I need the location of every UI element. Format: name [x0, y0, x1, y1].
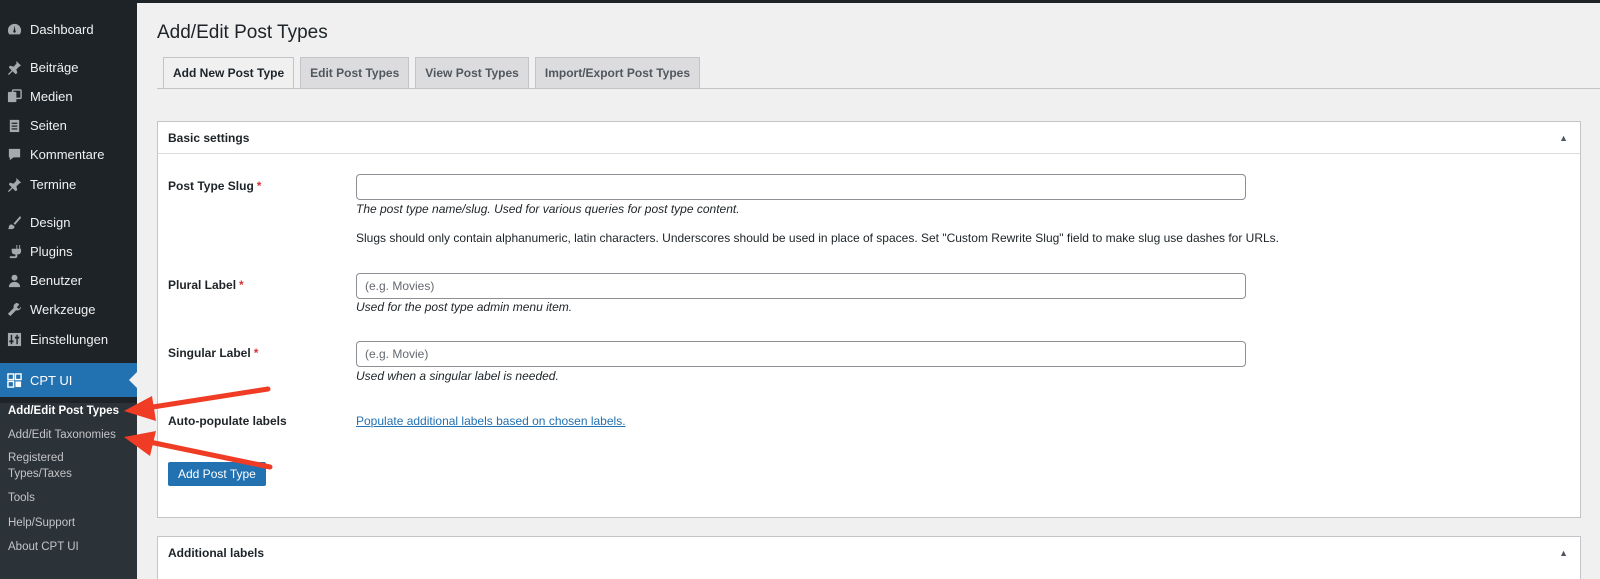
- required-marker: *: [256, 179, 262, 193]
- submenu-item-help-support[interactable]: Help/Support: [8, 515, 75, 531]
- main-content: Add/Edit Post Types Add New Post Type Ed…: [137, 0, 1600, 579]
- sidebar-item-label: Dashboard: [30, 21, 94, 37]
- tab-add-new-post-type[interactable]: Add New Post Type: [163, 57, 295, 89]
- submenu-item-registered-types[interactable]: Registered Types/Taxes: [8, 450, 98, 482]
- singular-help-text: Used when a singular label is needed.: [356, 369, 559, 383]
- sidebar-item-label: Seiten: [30, 117, 67, 133]
- populate-labels-link[interactable]: Populate additional labels based on chos…: [356, 414, 626, 428]
- label-text: Plural Label: [168, 278, 237, 292]
- sidebar-item-beitraege[interactable]: Beiträge: [0, 53, 137, 81]
- sidebar-item-werkzeuge[interactable]: Werkzeuge: [0, 295, 137, 323]
- add-post-type-button[interactable]: Add Post Type: [168, 462, 266, 486]
- label-text: Singular Label: [168, 346, 251, 360]
- basic-settings-panel: Basic settings ▲ Post Type Slug * The pos…: [157, 121, 1581, 518]
- collapse-toggle-icon[interactable]: ▲: [1559, 133, 1568, 143]
- slug-help-text: The post type name/slug. Used for variou…: [356, 202, 740, 216]
- page-title: Add/Edit Post Types: [157, 22, 328, 43]
- sidebar-item-plugins[interactable]: Plugins: [0, 237, 137, 265]
- settings-icon: [6, 331, 22, 347]
- sidebar-item-label: Benutzer: [30, 272, 83, 288]
- sidebar-item-benutzer[interactable]: Benutzer: [0, 266, 137, 294]
- sidebar-item-cpt-ui[interactable]: CPT UI: [0, 363, 137, 397]
- dashboard-icon: [6, 21, 22, 37]
- sidebar-item-label: CPT UI: [30, 372, 73, 388]
- tab-import-export-post-types[interactable]: Import/Export Post Types: [534, 57, 700, 88]
- collapse-toggle-icon[interactable]: ▲: [1559, 548, 1568, 558]
- pin-icon: [6, 176, 22, 192]
- submenu-item-add-edit-post-types[interactable]: Add/Edit Post Types: [8, 403, 119, 419]
- sidebar-item-label: Termine: [30, 176, 77, 192]
- tab-edit-post-types[interactable]: Edit Post Types: [300, 57, 410, 88]
- singular-label-input[interactable]: [356, 341, 1246, 367]
- sidebar-item-label: Medien: [30, 88, 73, 104]
- wrench-icon: [6, 301, 22, 317]
- additional-labels-panel: Additional labels ▲: [157, 536, 1581, 579]
- admin-sidebar: Dashboard Beiträge Medien Seiten Komment…: [0, 0, 137, 579]
- plugin-icon: [6, 243, 22, 259]
- cpt-ui-submenu: Add/Edit Post Types Add/Edit Taxonomies …: [0, 403, 137, 579]
- panel-title: Additional labels: [168, 546, 265, 560]
- sidebar-item-kommentare[interactable]: Kommentare: [0, 140, 137, 168]
- basic-settings-header[interactable]: Basic settings ▲: [158, 122, 1580, 154]
- required-marker: *: [253, 346, 259, 360]
- sidebar-item-label: Plugins: [30, 243, 73, 259]
- label-text: Post Type Slug: [168, 179, 254, 193]
- sidebar-item-label: Werkzeuge: [30, 301, 96, 317]
- plural-help-text: Used for the post type admin menu item.: [356, 300, 573, 314]
- sidebar-item-label: Beiträge: [30, 59, 79, 75]
- sidebar-item-medien[interactable]: Medien: [0, 82, 137, 110]
- media-icon: [6, 88, 22, 104]
- sidebar-item-termine[interactable]: Termine: [0, 170, 137, 198]
- additional-labels-header[interactable]: Additional labels ▲: [158, 537, 1580, 569]
- sidebar-item-label: Kommentare: [30, 146, 105, 162]
- post-type-slug-input[interactable]: [356, 174, 1246, 200]
- grid-icon: [6, 372, 22, 388]
- submenu-item-about-cpt-ui[interactable]: About CPT UI: [8, 539, 79, 555]
- tab-view-post-types[interactable]: View Post Types: [415, 57, 529, 88]
- pages-icon: [6, 117, 22, 133]
- submenu-item-add-edit-taxonomies[interactable]: Add/Edit Taxonomies: [8, 427, 116, 443]
- required-marker: *: [239, 278, 244, 292]
- brush-icon: [6, 214, 22, 230]
- submenu-item-tools[interactable]: Tools: [8, 490, 35, 506]
- sidebar-item-dashboard[interactable]: Dashboard: [0, 15, 137, 43]
- comment-icon: [6, 146, 22, 162]
- tab-bar: Add New Post Type Edit Post Types View P…: [163, 57, 706, 89]
- auto-populate-label: Auto-populate labels: [168, 414, 287, 428]
- sidebar-item-design[interactable]: Design: [0, 208, 137, 236]
- sidebar-item-einstellungen[interactable]: Einstellungen: [0, 325, 137, 353]
- active-indicator: [129, 372, 137, 388]
- panel-title: Basic settings: [168, 130, 250, 145]
- sidebar-item-seiten[interactable]: Seiten: [0, 111, 137, 139]
- slug-note-text: Slugs should only contain alphanumeric, …: [356, 231, 1279, 245]
- tab-divider: [157, 88, 1600, 89]
- plural-label-input[interactable]: [356, 273, 1246, 299]
- user-icon: [6, 272, 22, 288]
- sidebar-item-label: Einstellungen: [30, 331, 109, 347]
- post-type-slug-label: Post Type Slug *: [168, 179, 261, 193]
- plural-label-label: Plural Label *: [168, 278, 244, 292]
- singular-label-label: Singular Label *: [168, 346, 258, 360]
- pin-icon: [6, 59, 22, 75]
- sidebar-item-label: Design: [30, 214, 71, 230]
